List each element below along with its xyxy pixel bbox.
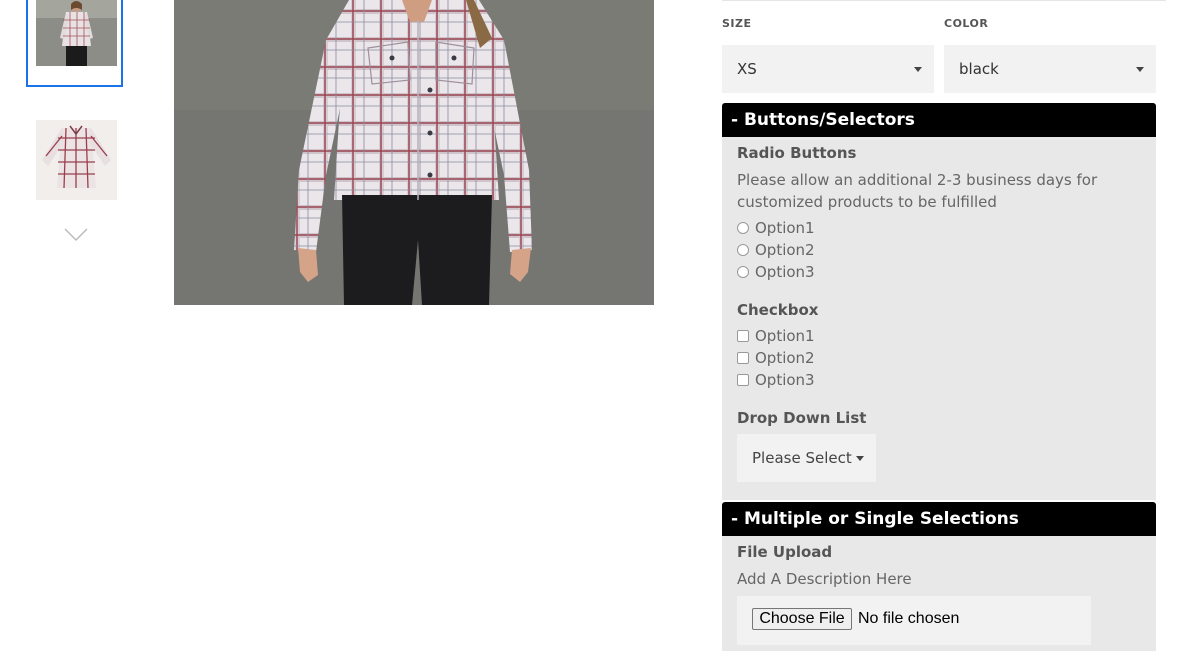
radio-option-label: Option2 xyxy=(755,241,815,259)
checkbox-option-2[interactable]: Option2 xyxy=(737,348,815,368)
checkbox-box[interactable] xyxy=(737,374,749,386)
thumbnail-2-image xyxy=(36,120,117,200)
radio-buttons-title: Radio Buttons xyxy=(737,144,857,162)
radio-buttons-help: Please allow an additional 2-3 business … xyxy=(737,171,1098,211)
main-product-image xyxy=(174,0,654,305)
dropdown-title: Drop Down List xyxy=(737,409,867,427)
radio-option-1[interactable]: Option1 xyxy=(737,218,815,238)
thumbnail-1-image xyxy=(36,0,117,66)
file-upload-title: File Upload xyxy=(737,543,833,561)
file-upload-help: Add A Description Here xyxy=(737,570,912,588)
size-select-value: XS xyxy=(737,60,757,78)
chevron-down-icon[interactable] xyxy=(64,228,88,242)
radio-circle[interactable] xyxy=(737,266,749,278)
radio-circle[interactable] xyxy=(737,244,749,256)
checkbox-box[interactable] xyxy=(737,352,749,364)
size-label: SIZE xyxy=(722,17,752,30)
size-select[interactable]: XS xyxy=(722,45,934,93)
color-label: COLOR xyxy=(944,17,989,30)
radio-option-label: Option1 xyxy=(755,219,815,237)
choose-file-button[interactable]: Choose File xyxy=(752,608,852,630)
section-header-multiple-single[interactable]: - Multiple or Single Selections xyxy=(722,502,1156,536)
file-status-text: No file chosen xyxy=(858,610,960,627)
top-divider xyxy=(722,0,1166,1)
file-upload-field: Choose File No file chosen xyxy=(737,596,1091,645)
checkbox-option-1[interactable]: Option1 xyxy=(737,326,815,346)
color-select-value: black xyxy=(959,60,999,78)
caret-down-icon xyxy=(1136,67,1144,72)
color-select[interactable]: black xyxy=(944,45,1156,93)
checkbox-option-3[interactable]: Option3 xyxy=(737,370,815,390)
checkbox-option-label: Option3 xyxy=(755,371,815,389)
checkbox-option-label: Option1 xyxy=(755,327,815,345)
caret-down-icon xyxy=(914,67,922,72)
radio-option-3[interactable]: Option3 xyxy=(737,262,815,282)
checkbox-box[interactable] xyxy=(737,330,749,342)
radio-option-2[interactable]: Option2 xyxy=(737,240,815,260)
checkbox-option-label: Option2 xyxy=(755,349,815,367)
caret-down-icon xyxy=(856,456,864,461)
thumbnail-1-active[interactable] xyxy=(26,0,123,87)
dropdown-value: Please Select xyxy=(752,449,852,467)
dropdown-select[interactable]: Please Select xyxy=(737,434,876,482)
thumbnail-2[interactable] xyxy=(36,120,117,200)
radio-option-label: Option3 xyxy=(755,263,815,281)
section-header-buttons-selectors[interactable]: - Buttons/Selectors xyxy=(722,103,1156,137)
checkbox-title: Checkbox xyxy=(737,301,819,319)
radio-circle[interactable] xyxy=(737,222,749,234)
